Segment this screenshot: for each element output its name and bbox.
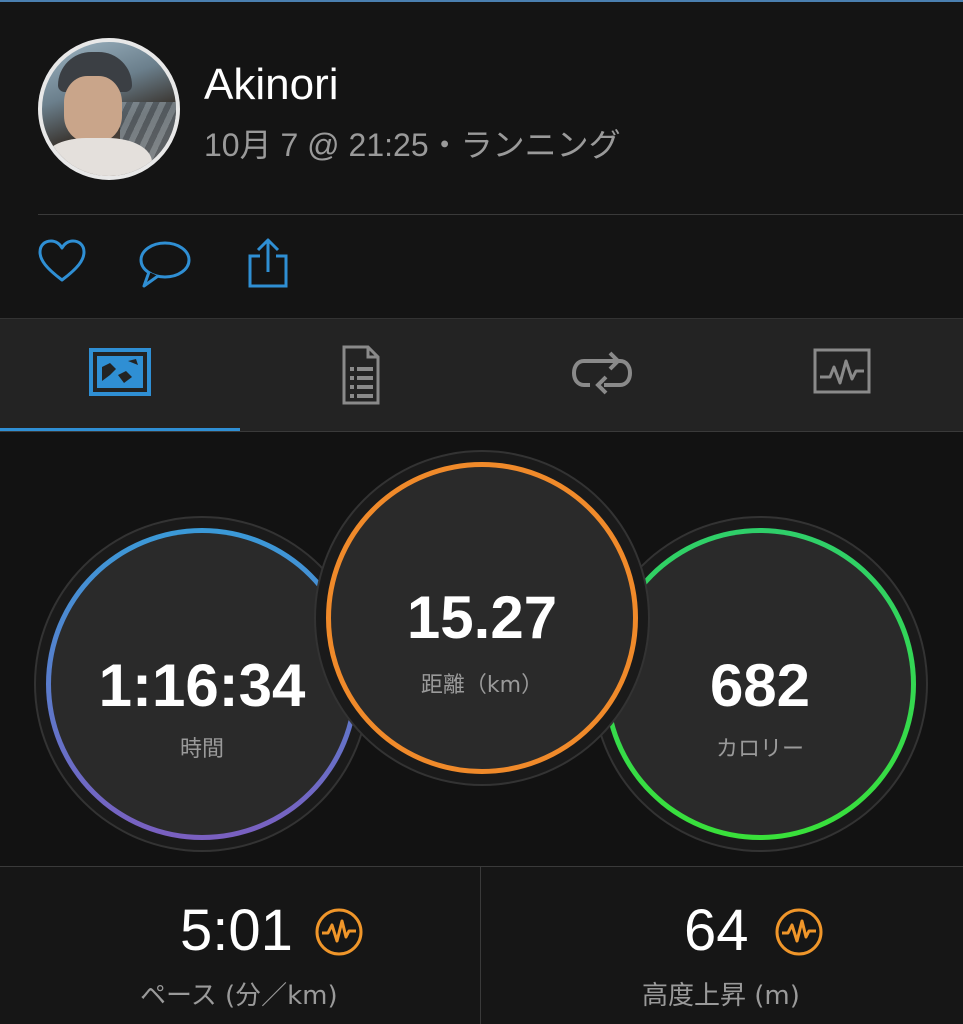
distance-label: 距離（km）	[420, 673, 544, 698]
elevation-label: 高度上昇 (m)	[642, 981, 800, 1011]
calories-circle[interactable]: 682 カロリー	[604, 528, 916, 840]
tab-details[interactable]	[240, 319, 480, 431]
tab-map[interactable]	[0, 319, 240, 431]
distance-value: 15.27	[406, 584, 558, 651]
avatar-shirt	[42, 138, 152, 176]
pace-label: ペース (分／km)	[140, 981, 338, 1011]
heart-icon[interactable]	[36, 236, 92, 292]
time-circle[interactable]: 1:16:34 時間	[46, 528, 358, 840]
calories-value: 682	[709, 652, 811, 719]
time-label: 時間	[179, 737, 224, 762]
tab-bar	[0, 318, 963, 432]
tab-charts[interactable]	[720, 319, 960, 431]
document-list-icon	[342, 345, 380, 405]
tab-laps[interactable]	[480, 319, 720, 431]
calories-label: カロリー	[715, 737, 804, 762]
tabs-divider	[0, 431, 963, 432]
time-value: 1:16:34	[98, 652, 306, 719]
pace-trend-icon[interactable]	[314, 907, 364, 957]
stats-row: 5:01 ペース (分／km) 64 高度上昇 (m)	[0, 866, 963, 1024]
chart-icon	[813, 348, 871, 394]
share-icon[interactable]	[244, 236, 300, 292]
laps-repeat-icon	[571, 351, 633, 395]
speech-bubble-icon[interactable]	[136, 236, 192, 292]
avatar-face	[64, 76, 122, 142]
user-name[interactable]: Akinori	[204, 60, 339, 110]
map-icon	[89, 348, 151, 396]
elevation-trend-icon[interactable]	[774, 907, 824, 957]
header-divider	[38, 214, 963, 215]
activity-date-type: 10月 7 @ 21:25・ランニング	[204, 127, 621, 163]
avatar[interactable]	[38, 38, 180, 180]
elevation-value: 64	[684, 898, 749, 963]
pace-value: 5:01	[180, 898, 293, 963]
distance-circle[interactable]: 15.27 距離（km）	[326, 462, 638, 774]
stats-divider	[480, 867, 481, 1024]
